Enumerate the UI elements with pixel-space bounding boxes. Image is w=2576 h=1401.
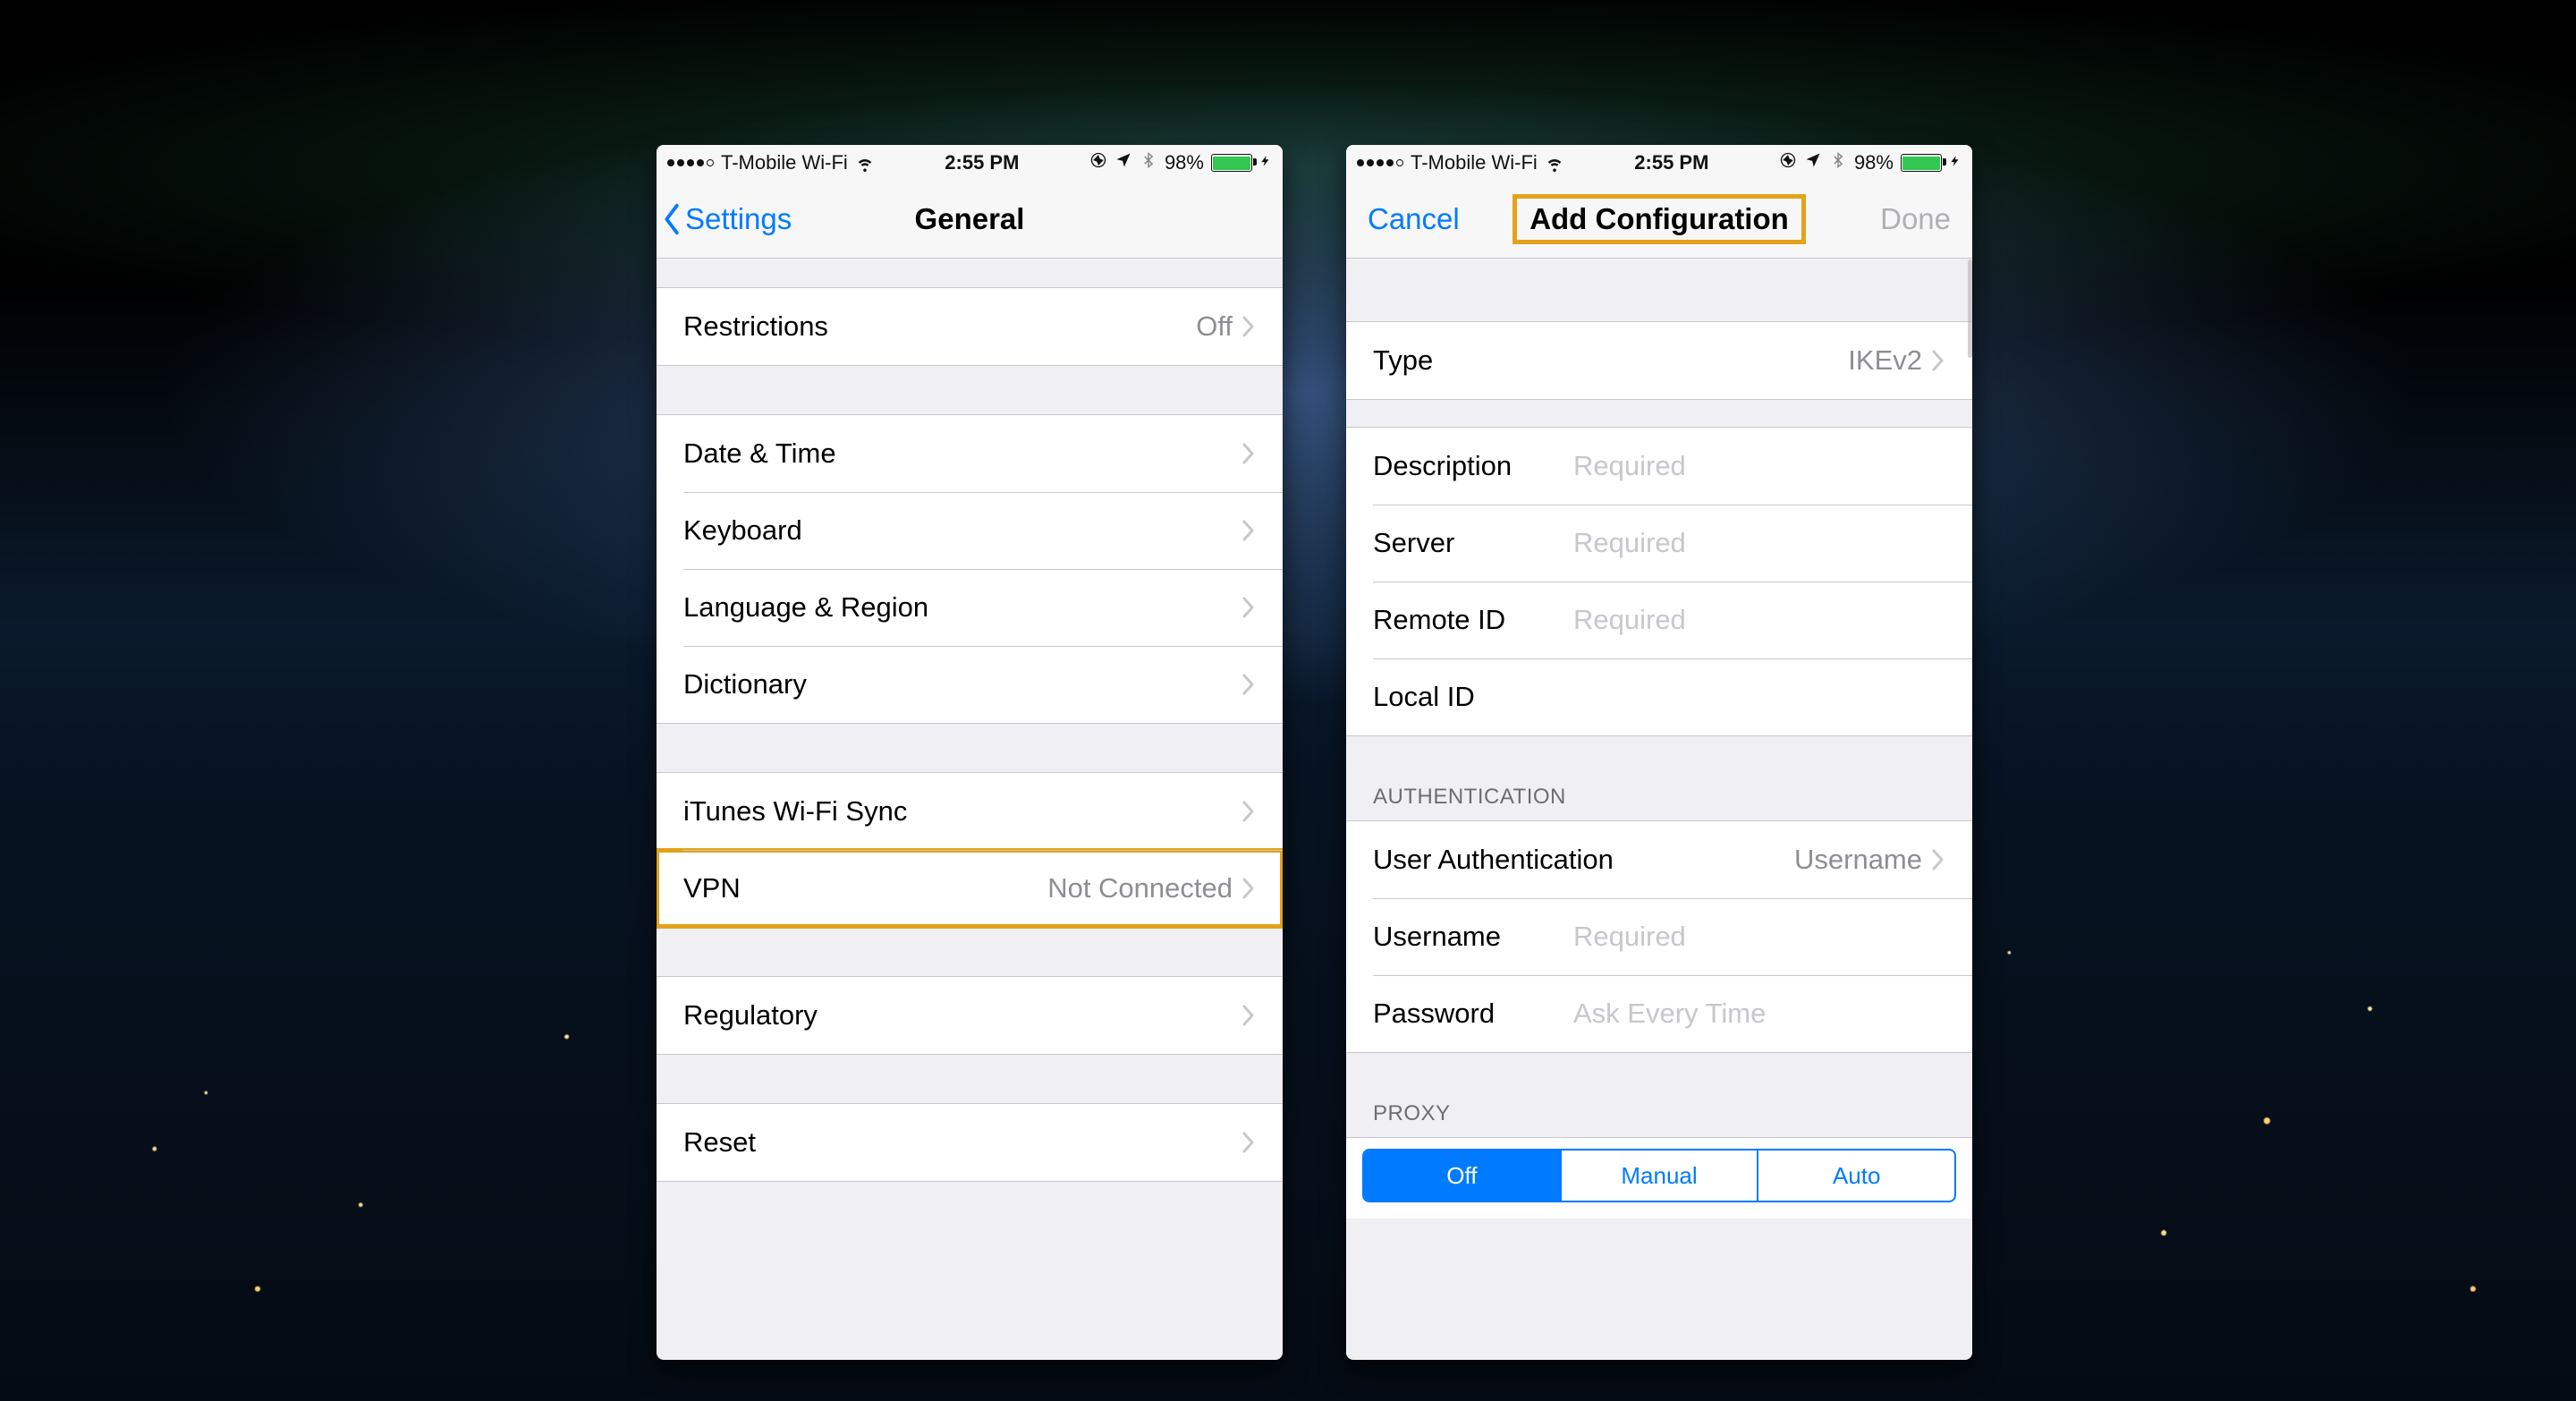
row-keyboard[interactable]: Keyboard bbox=[657, 492, 1283, 569]
local-id-input[interactable] bbox=[1572, 680, 1945, 714]
server-input[interactable] bbox=[1572, 526, 1945, 560]
back-button[interactable]: Settings bbox=[662, 181, 792, 258]
bluetooth-icon bbox=[1829, 151, 1847, 174]
chevron-right-icon bbox=[1241, 800, 1256, 823]
row-label: Language & Region bbox=[683, 591, 928, 624]
chevron-right-icon bbox=[1931, 349, 1945, 372]
row-label: iTunes Wi-Fi Sync bbox=[683, 795, 907, 828]
page-title: Add Configuration bbox=[1517, 199, 1801, 240]
chevron-right-icon bbox=[1241, 596, 1256, 619]
row-value: Off bbox=[1196, 310, 1233, 343]
clock-label: 2:55 PM bbox=[1634, 151, 1708, 174]
row-remote-id[interactable]: Remote ID bbox=[1346, 582, 1972, 658]
remote-id-input[interactable] bbox=[1572, 603, 1945, 637]
chevron-right-icon bbox=[1241, 519, 1256, 542]
row-local-id[interactable]: Local ID bbox=[1346, 658, 1972, 735]
battery-icon bbox=[1211, 154, 1252, 172]
battery-pct-label: 98% bbox=[1165, 151, 1204, 174]
row-label: VPN bbox=[683, 872, 862, 904]
row-label: User Authentication bbox=[1373, 844, 1659, 876]
battery-icon bbox=[1901, 154, 1942, 172]
row-value: Not Connected bbox=[1047, 872, 1233, 904]
row-user-authentication[interactable]: User Authentication Username bbox=[1346, 821, 1972, 898]
row-vpn-type[interactable]: Type IKEv2 bbox=[1346, 322, 1972, 399]
carrier-label: T-Mobile Wi-Fi bbox=[721, 151, 848, 174]
row-label: Reset bbox=[683, 1126, 862, 1159]
battery-pct-label: 98% bbox=[1854, 151, 1894, 174]
back-label: Settings bbox=[685, 202, 792, 236]
charging-bolt-icon bbox=[1949, 151, 1962, 174]
row-label: Password bbox=[1373, 998, 1552, 1030]
password-input[interactable] bbox=[1572, 997, 1945, 1031]
row-label: Keyboard bbox=[683, 514, 862, 547]
location-icon bbox=[1804, 151, 1822, 174]
location-icon bbox=[1114, 151, 1132, 174]
phone-add-vpn-config: T-Mobile Wi-Fi 2:55 PM 98% Cancel Add Co… bbox=[1346, 145, 1972, 1360]
proxy-seg-off[interactable]: Off bbox=[1364, 1151, 1560, 1201]
username-input[interactable] bbox=[1572, 920, 1945, 954]
description-input[interactable] bbox=[1572, 449, 1945, 483]
nav-bar: Settings General bbox=[657, 181, 1283, 259]
compass-icon bbox=[1089, 151, 1107, 174]
cancel-button[interactable]: Cancel bbox=[1368, 181, 1460, 258]
chevron-right-icon bbox=[1241, 673, 1256, 696]
status-bar: T-Mobile Wi-Fi 2:55 PM 98% bbox=[657, 145, 1283, 181]
phone-general-settings: T-Mobile Wi-Fi 2:55 PM 98% Settings Gene… bbox=[657, 145, 1283, 1360]
wifi-icon bbox=[1545, 153, 1564, 173]
row-label: Username bbox=[1373, 921, 1552, 953]
row-label: Restrictions bbox=[683, 310, 862, 343]
chevron-right-icon bbox=[1241, 1131, 1256, 1154]
row-label: Local ID bbox=[1373, 681, 1552, 713]
bluetooth-icon bbox=[1140, 151, 1157, 174]
row-password[interactable]: Password bbox=[1346, 975, 1972, 1052]
proxy-segmented-control[interactable]: Off Manual Auto bbox=[1362, 1149, 1956, 1202]
wifi-icon bbox=[855, 153, 875, 173]
done-button[interactable]: Done bbox=[1880, 181, 1951, 258]
row-label: Remote ID bbox=[1373, 604, 1552, 636]
charging-bolt-icon bbox=[1259, 151, 1272, 174]
compass-icon bbox=[1779, 151, 1797, 174]
row-label: Regulatory bbox=[683, 999, 862, 1032]
row-label: Type bbox=[1373, 344, 1552, 377]
signal-dots-icon bbox=[1357, 159, 1403, 166]
row-itunes-wifi-sync[interactable]: iTunes Wi-Fi Sync bbox=[657, 773, 1283, 850]
signal-dots-icon bbox=[667, 159, 714, 166]
proxy-section-header: PROXY bbox=[1346, 1101, 1972, 1137]
wallpaper-lights bbox=[0, 0, 2576, 1401]
carrier-label: T-Mobile Wi-Fi bbox=[1411, 151, 1538, 174]
proxy-seg-auto[interactable]: Auto bbox=[1757, 1151, 1954, 1201]
nav-bar: Cancel Add Configuration Done bbox=[1346, 181, 1972, 259]
page-title: General bbox=[915, 202, 1025, 236]
proxy-seg-manual[interactable]: Manual bbox=[1560, 1151, 1758, 1201]
chevron-right-icon bbox=[1241, 1004, 1256, 1027]
row-dictionary[interactable]: Dictionary bbox=[657, 646, 1283, 723]
row-value: Username bbox=[1794, 844, 1922, 876]
row-label: Description bbox=[1373, 450, 1552, 482]
status-bar: T-Mobile Wi-Fi 2:55 PM 98% bbox=[1346, 145, 1972, 181]
auth-section-header: AUTHENTICATION bbox=[1346, 785, 1972, 820]
row-reset[interactable]: Reset bbox=[657, 1104, 1283, 1181]
chevron-right-icon bbox=[1241, 877, 1256, 900]
row-label: Dictionary bbox=[683, 668, 862, 700]
chevron-right-icon bbox=[1931, 848, 1945, 871]
row-username[interactable]: Username bbox=[1346, 898, 1972, 975]
row-value: IKEv2 bbox=[1848, 344, 1922, 377]
row-regulatory[interactable]: Regulatory bbox=[657, 977, 1283, 1054]
row-restrictions[interactable]: Restrictions Off bbox=[657, 288, 1283, 365]
row-vpn[interactable]: VPN Not Connected bbox=[657, 850, 1283, 927]
row-date-time[interactable]: Date & Time bbox=[657, 415, 1283, 492]
row-label: Date & Time bbox=[683, 437, 862, 470]
chevron-right-icon bbox=[1241, 315, 1256, 338]
row-server[interactable]: Server bbox=[1346, 505, 1972, 582]
row-description[interactable]: Description bbox=[1346, 428, 1972, 505]
row-language-region[interactable]: Language & Region bbox=[657, 569, 1283, 646]
clock-label: 2:55 PM bbox=[945, 151, 1019, 174]
row-label: Server bbox=[1373, 527, 1552, 559]
chevron-right-icon bbox=[1241, 442, 1256, 465]
